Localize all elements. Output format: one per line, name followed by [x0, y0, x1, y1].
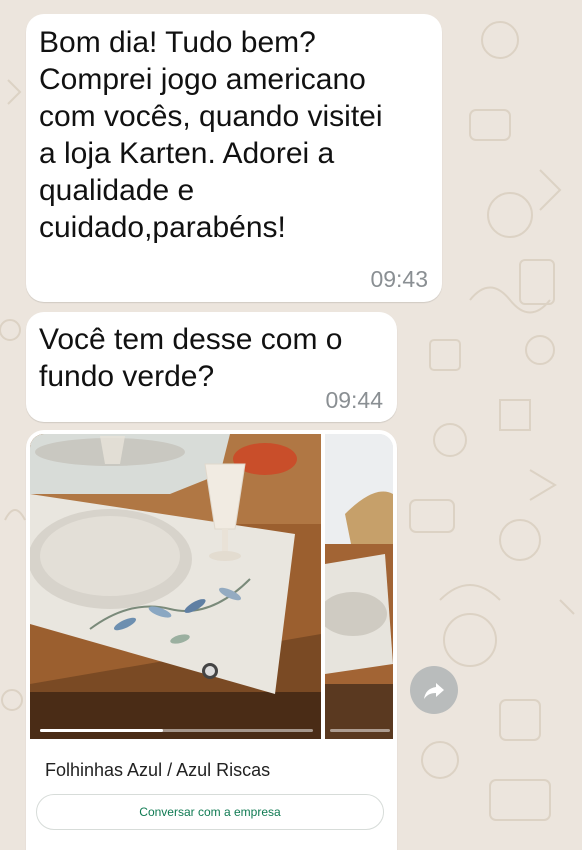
forward-arrow-icon [424, 683, 444, 699]
chat-with-business-button[interactable]: Conversar com a empresa [36, 794, 384, 830]
product-title: Folhinhas Azul / Azul Riscas [45, 760, 271, 780]
forward-button[interactable] [410, 666, 458, 714]
product-photo-second[interactable] [325, 434, 393, 739]
message-timestamp: 09:43 [370, 266, 428, 292]
carousel-progress-fill [40, 729, 163, 732]
incoming-message[interactable]: Bom dia! Tudo bem? Comprei jogo american… [26, 14, 442, 302]
incoming-message[interactable]: Você tem desse com o fundo verde? 09:44 [26, 312, 397, 422]
product-card-message[interactable]: Folhinhas Azul / Azul Riscas Conversar c… [26, 430, 397, 850]
carousel-progress-track-second [330, 729, 390, 732]
message-text: Bom dia! Tudo bem? Comprei jogo american… [39, 26, 383, 244]
message-timestamp: 09:44 [325, 387, 383, 413]
message-text: Você tem desse com o fundo verde? [39, 323, 343, 393]
product-image-carousel[interactable] [30, 434, 393, 739]
product-photo-placemat[interactable] [30, 434, 321, 739]
